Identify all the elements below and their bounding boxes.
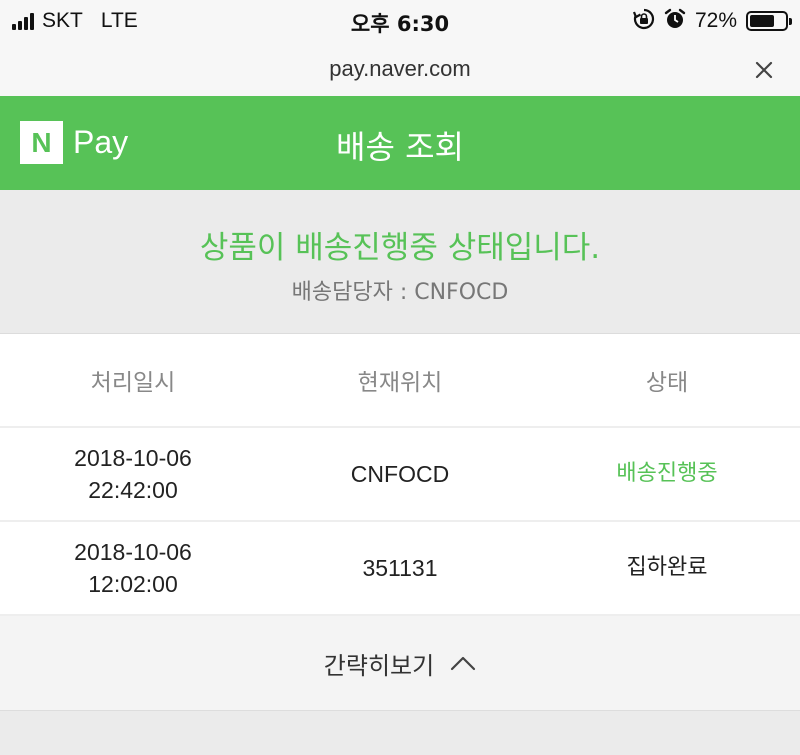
status-bar-right: 72%	[632, 7, 792, 35]
delivery-summary: 상품이 배송진행중 상태입니다. 배송담당자 : CNFOCD	[0, 190, 800, 334]
table-header-row: 처리일시 현재위치 상태	[0, 334, 800, 428]
footer-strip	[0, 710, 800, 755]
delivery-status-message: 상품이 배송진행중 상태입니다.	[199, 230, 601, 266]
page-title: 배송 조회	[336, 128, 464, 166]
row-datetime: 2018-10-06 22:42:00	[0, 442, 266, 506]
row-datetime: 2018-10-06 12:02:00	[0, 536, 266, 600]
row-date: 2018-10-06	[74, 445, 192, 471]
rotation-lock-icon	[632, 8, 655, 34]
table-row: 2018-10-06 22:42:00 CNFOCD 배송진행중	[0, 428, 800, 522]
browser-url-bar: pay.naver.com	[0, 44, 800, 96]
close-button[interactable]	[750, 56, 778, 84]
row-time: 12:02:00	[88, 571, 178, 597]
row-time: 22:42:00	[88, 477, 178, 503]
battery-icon	[746, 11, 792, 31]
row-location: CNFOCD	[350, 461, 450, 487]
row-date: 2018-10-06	[74, 539, 192, 565]
row-location: 351131	[362, 555, 438, 581]
alarm-icon	[664, 8, 686, 34]
column-header-datetime: 처리일시	[90, 370, 176, 396]
column-header-location: 현재위치	[357, 370, 443, 396]
status-bar: SKT LTE 오후 6:30 72%	[0, 0, 800, 44]
delivery-carrier: 배송담당자 : CNFOCD	[291, 280, 509, 305]
row-status: 배송진행중	[616, 461, 718, 486]
page-header: N Pay 배송 조회	[0, 96, 800, 190]
url-text[interactable]: pay.naver.com	[0, 56, 800, 82]
collapse-button[interactable]: 간략히보기	[0, 616, 800, 710]
table-row: 2018-10-06 12:02:00 351131 집하완료	[0, 522, 800, 616]
column-header-status: 상태	[645, 370, 689, 396]
battery-percent: 72%	[694, 9, 737, 32]
close-icon	[755, 61, 773, 79]
chevron-up-icon	[451, 656, 476, 671]
battery-level	[750, 15, 775, 27]
tracking-table: 처리일시 현재위치 상태 2018-10-06 22:42:00 CNFOCD …	[0, 334, 800, 616]
row-status: 집하완료	[626, 555, 708, 580]
collapse-label: 간략히보기	[323, 651, 435, 680]
